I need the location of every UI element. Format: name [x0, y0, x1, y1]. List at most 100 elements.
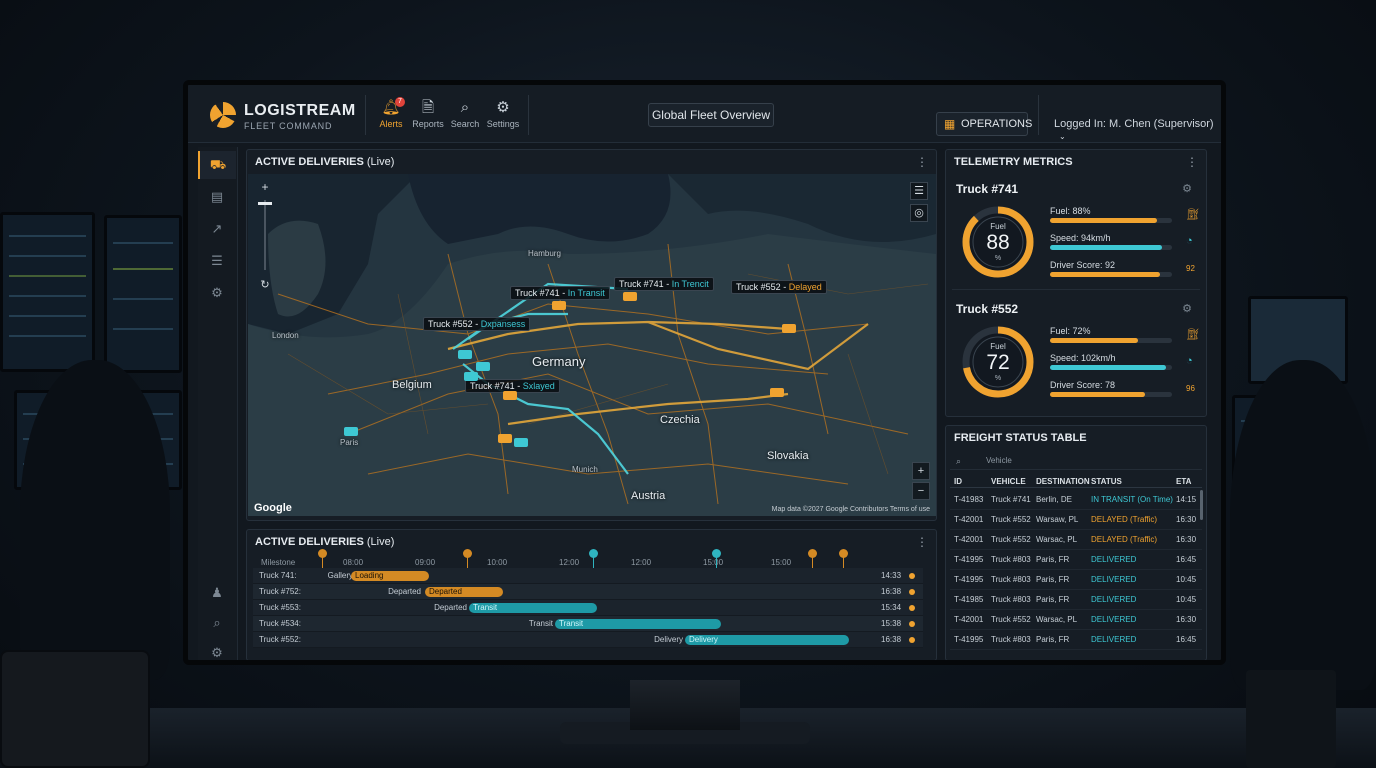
- speed-metric: Speed: 102km/h ◔: [1050, 353, 1200, 370]
- map-label: Austria: [631, 490, 666, 502]
- fleet-map[interactable]: Germany Belgium Czechia Slovakia Austria…: [248, 174, 936, 516]
- milestone-marker[interactable]: [808, 549, 817, 558]
- row-prefix: Transit: [528, 619, 553, 628]
- table-row[interactable]: T-41995 Truck #803 Paris, FR DELIVERED 16:45: [950, 630, 1202, 650]
- cell-status: DELAYED (Traffic): [1091, 515, 1158, 524]
- truck-tag[interactable]: Truck #741 - In Transit: [510, 286, 610, 300]
- cell-status: DELIVERED: [1091, 555, 1137, 564]
- speed-metric: Speed: 94km/h ◔: [1050, 233, 1200, 250]
- gear-icon[interactable]: ⚙: [1182, 182, 1192, 195]
- table-row[interactable]: T-41995 Truck #803 Paris, FR DELIVERED 10:45: [950, 570, 1202, 590]
- timeline-row[interactable]: Truck 741: Gallery Loading 14:33: [253, 568, 923, 584]
- milestone-marker[interactable]: [839, 549, 848, 558]
- timeline-row[interactable]: Truck #552: Delivery Delivery 16:38: [253, 632, 923, 648]
- deliveries-timeline-panel: ACTIVE DELIVERIES (Live) ⋮ Milestone 08:…: [246, 529, 938, 660]
- panel-title: ACTIVE DELIVERIES (Live): [255, 156, 395, 168]
- nav-settings[interactable]: ⚙ Settings: [483, 99, 523, 129]
- kebab-menu-icon[interactable]: ⋮: [916, 535, 928, 549]
- table-row[interactable]: T-42001 Truck #552 Warsaw, PL DELAYED (Traf…: [950, 510, 1202, 530]
- settings-icon[interactable]: ⚙: [198, 639, 236, 660]
- layers-icon[interactable]: ☰: [910, 182, 928, 200]
- timeline-row[interactable]: Truck #534: Transit Transit 15:38: [253, 616, 923, 632]
- table-row[interactable]: T-42001 Truck #552 Warsac, PL DELAYED (Traf…: [950, 530, 1202, 550]
- scrollbar[interactable]: [1200, 490, 1203, 520]
- zoom-slider-handle[interactable]: [258, 202, 272, 205]
- truck-marker-icon[interactable]: [458, 350, 472, 359]
- milestone-marker[interactable]: [463, 549, 472, 558]
- table-row[interactable]: T-41995 Truck #803 Paris, FR DELIVERED 16:45: [950, 550, 1202, 570]
- timeline-bar[interactable]: Loading: [351, 571, 429, 581]
- gear-icon[interactable]: ⚙: [198, 279, 236, 307]
- row-prefix: Delivery: [654, 635, 683, 644]
- cell-vehicle: Truck #552: [991, 515, 1031, 524]
- truck-marker-icon[interactable]: [782, 324, 796, 333]
- divider: [1038, 95, 1039, 135]
- map-label: Belgium: [392, 379, 432, 391]
- locate-icon[interactable]: ◎: [910, 204, 928, 222]
- chart-icon[interactable]: ↗: [198, 215, 236, 243]
- kebab-menu-icon[interactable]: ⋮: [916, 155, 928, 169]
- timeline-bar[interactable]: Delivery: [685, 635, 849, 645]
- vehicle-search-input[interactable]: ⌕ Vehicle: [950, 452, 1202, 470]
- truck-tag[interactable]: Truck #552 - Dxpansess: [423, 317, 531, 331]
- nav-search[interactable]: ⌕ Search: [445, 99, 485, 129]
- view-title[interactable]: Global Fleet Overview: [648, 103, 774, 127]
- map-attribution[interactable]: Map data ©2027 Google Contributors Terms…: [772, 506, 930, 513]
- zoom-slider[interactable]: [264, 200, 266, 270]
- truck-marker-icon[interactable]: [552, 301, 566, 310]
- map-label: Paris: [340, 438, 359, 447]
- nav-reports[interactable]: 🗎 Reports: [408, 99, 448, 129]
- grid-icon: ▦: [944, 117, 956, 131]
- table-row[interactable]: T-41985 Truck #803 Paris, FR DELIVERED 10:45: [950, 590, 1202, 610]
- cell-eta: 16:30: [1176, 515, 1197, 524]
- cell-eta: 14:15: [1176, 495, 1197, 504]
- milestone-marker[interactable]: [589, 549, 598, 558]
- zoom-in-button[interactable]: +: [256, 180, 274, 194]
- row-time: 15:38: [881, 619, 902, 628]
- table-row[interactable]: T-42001 Truck #552 Warsac, PL DELIVERED 16:3…: [950, 610, 1202, 630]
- map-label: Czechia: [660, 414, 700, 426]
- timeline-row[interactable]: Truck #553: Departed Transit 15:34: [253, 600, 923, 616]
- timeline-bar[interactable]: Transit: [555, 619, 721, 629]
- cell-dest: Paris, FR: [1036, 635, 1070, 644]
- truck-marker-icon[interactable]: [770, 388, 784, 397]
- timeline-row[interactable]: Truck #752: Departed Departed 16:38: [253, 584, 923, 600]
- truck-icon[interactable]: ⛟: [198, 151, 236, 179]
- timeline-tick: 15:00: [771, 558, 792, 567]
- bell-icon: 🔔︎: [381, 99, 401, 116]
- row-time: 16:38: [881, 635, 902, 644]
- background-monitor: [104, 215, 182, 373]
- search-icon[interactable]: ⌕: [198, 609, 236, 637]
- row-prefix: Departed: [388, 587, 421, 596]
- truck-marker-icon[interactable]: [476, 362, 490, 371]
- map-zoom-out-button[interactable]: −: [912, 482, 930, 500]
- milestone-marker[interactable]: [318, 549, 327, 558]
- row-label: Truck #752:: [259, 587, 301, 596]
- dashboard-icon[interactable]: ▤: [198, 183, 236, 211]
- nav-alerts[interactable]: 🔔︎ 7 Alerts: [371, 97, 411, 129]
- timeline-rows: Truck 741: Gallery Loading 14:33 Truck #…: [247, 568, 938, 658]
- truck-marker-icon[interactable]: [514, 438, 528, 447]
- truck-tag[interactable]: Truck #552 - Delayed: [731, 280, 827, 294]
- cell-dest: Warsac, PL: [1036, 535, 1078, 544]
- refresh-icon[interactable]: ↻: [256, 278, 274, 291]
- truck-marker-icon[interactable]: [344, 427, 358, 436]
- map-zoom-in-button[interactable]: +: [912, 462, 930, 480]
- table-row[interactable]: T-41983 Truck #741 Berlin, DE IN TRANSIT (O…: [950, 490, 1202, 510]
- timeline-bar[interactable]: Departed: [425, 587, 503, 597]
- truck-marker-icon[interactable]: [464, 372, 478, 381]
- truck-tag[interactable]: Truck #741 - In Trencit: [614, 277, 714, 291]
- truck-marker-icon[interactable]: [503, 391, 517, 400]
- user-icon[interactable]: ♟: [198, 579, 236, 607]
- user-menu[interactable]: Logged In: M. Chen (Supervisor) ⌄: [1054, 118, 1221, 142]
- milestone-marker[interactable]: [712, 549, 721, 558]
- kebab-menu-icon[interactable]: ⋮: [1186, 155, 1198, 169]
- truck-marker-icon[interactable]: [498, 434, 512, 443]
- operations-button[interactable]: ▦ OPERATIONS: [936, 112, 1032, 136]
- map-label: London: [272, 331, 299, 340]
- gear-icon[interactable]: ⚙: [1182, 302, 1192, 315]
- truck-marker-icon[interactable]: [623, 292, 637, 301]
- list-icon[interactable]: ☰: [198, 247, 236, 275]
- row-label: Truck #553:: [259, 603, 301, 612]
- timeline-bar[interactable]: Transit: [469, 603, 597, 613]
